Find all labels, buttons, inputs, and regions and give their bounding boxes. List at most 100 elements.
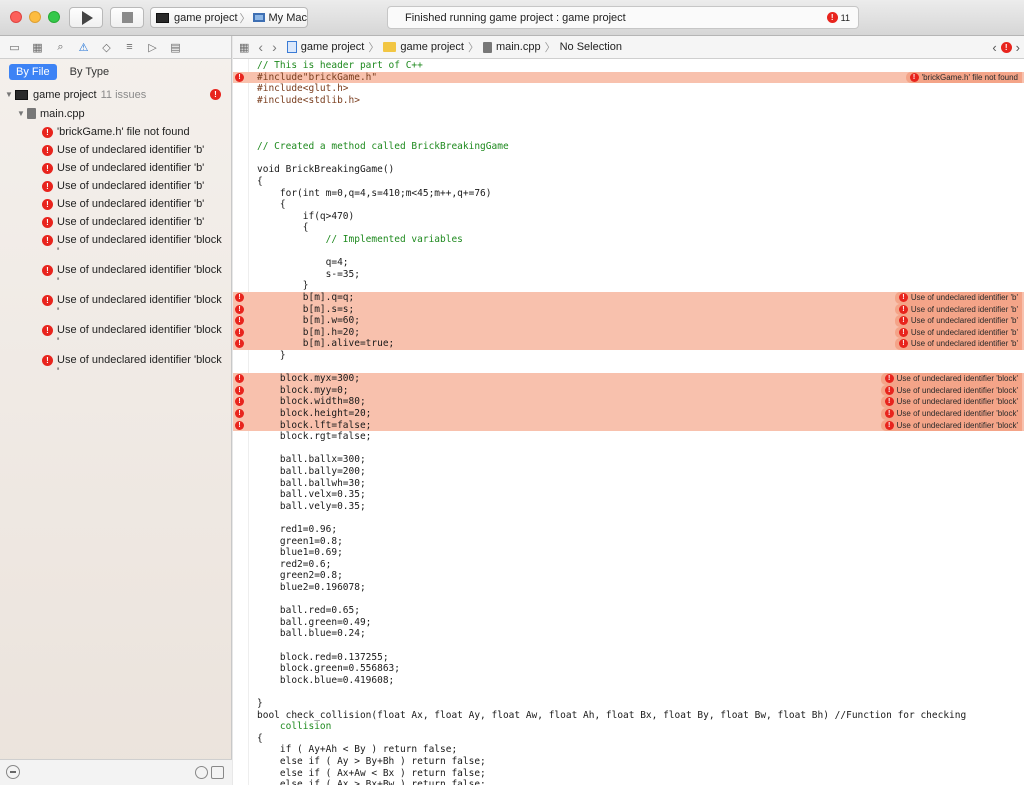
code-line[interactable] bbox=[233, 362, 1024, 374]
code-line[interactable]: red1=0.96; bbox=[233, 524, 1024, 536]
error-code-line[interactable]: ! block.height=20; Use of undeclared iden… bbox=[233, 408, 1024, 420]
code-line[interactable]: { bbox=[233, 176, 1024, 188]
project-row[interactable]: ▼ game project 11 issues ! bbox=[0, 85, 231, 104]
report-icon[interactable]: ▤ bbox=[169, 42, 182, 54]
error-code-line[interactable]: ! #include"brickGame.h" 'brickGame.h' file… bbox=[233, 71, 1024, 84]
error-code-line[interactable]: ! b[m].s=s; Use of undeclared identifier … bbox=[233, 303, 1024, 316]
error-icon[interactable]: ! bbox=[235, 339, 244, 349]
test-icon[interactable]: ◇ bbox=[100, 42, 113, 54]
minimize-window-button[interactable] bbox=[29, 11, 41, 23]
issue-item[interactable]: ! 'brickGame.h' file not found bbox=[0, 123, 231, 141]
code-line[interactable]: { bbox=[233, 222, 1024, 234]
code-line[interactable]: bool check_collision(float Ax, float Ay,… bbox=[233, 710, 1024, 722]
symbol-icon[interactable]: ▦ bbox=[31, 42, 44, 54]
breadcrumb-selection[interactable]: No Selection bbox=[560, 41, 622, 53]
error-icon[interactable]: ! bbox=[235, 327, 244, 337]
code-line[interactable]: else if ( Ax > Bx+Bw ) return false; bbox=[233, 779, 1024, 785]
code-line[interactable]: ball.blue=0.24; bbox=[233, 628, 1024, 640]
issue-item[interactable]: ! Use of undeclared identifier 'b' bbox=[0, 213, 231, 231]
code-line[interactable]: } bbox=[233, 350, 1024, 362]
code-line[interactable]: #include<stdlib.h> bbox=[233, 95, 1024, 107]
next-issue-icon[interactable]: › bbox=[1016, 40, 1020, 55]
code-line[interactable]: block.rgt=false; bbox=[233, 431, 1024, 443]
code-line[interactable]: if(q>470) bbox=[233, 211, 1024, 223]
code-line[interactable]: for(int m=0,q=4,s=410;m<45;m++,q+=76) bbox=[233, 188, 1024, 200]
by-type-button[interactable]: By Type bbox=[63, 64, 117, 80]
error-icon[interactable]: ! bbox=[235, 409, 244, 418]
issue-badge[interactable]: ! 11 bbox=[826, 12, 850, 23]
code-line[interactable]: blue2=0.196078; bbox=[233, 582, 1024, 594]
disclosure-triangle-icon[interactable]: ▼ bbox=[17, 109, 27, 118]
code-line[interactable]: s-=35; bbox=[233, 269, 1024, 281]
error-icon[interactable]: ! bbox=[235, 72, 244, 82]
code-line[interactable]: red2=0.6; bbox=[233, 559, 1024, 571]
code-line[interactable]: ball.ballwh=30; bbox=[233, 478, 1024, 490]
file-row[interactable]: ▼ main.cpp bbox=[0, 104, 231, 123]
code-line[interactable] bbox=[233, 640, 1024, 652]
code-line[interactable]: collision bbox=[233, 721, 1024, 733]
code-line[interactable]: green2=0.8; bbox=[233, 570, 1024, 582]
error-code-line[interactable]: ! block.width=80; Use of undeclared ident… bbox=[233, 396, 1024, 408]
code-line[interactable]: // Created a method called BrickBreaking… bbox=[233, 141, 1024, 153]
code-line[interactable]: else if ( Ay > By+Bh ) return false; bbox=[233, 756, 1024, 768]
code-line[interactable] bbox=[233, 443, 1024, 455]
code-line[interactable]: ball.vely=0.35; bbox=[233, 501, 1024, 513]
code-line[interactable]: ball.ballx=300; bbox=[233, 454, 1024, 466]
code-line[interactable]: } bbox=[233, 280, 1024, 292]
code-line[interactable]: { bbox=[233, 733, 1024, 745]
code-line[interactable] bbox=[233, 512, 1024, 524]
code-line[interactable]: block.red=0.137255; bbox=[233, 652, 1024, 664]
error-icon[interactable]: ! bbox=[235, 304, 244, 314]
folder-icon[interactable]: ▭ bbox=[8, 42, 21, 54]
code-line[interactable]: q=4; bbox=[233, 257, 1024, 269]
previous-issue-icon[interactable]: ‹ bbox=[992, 40, 996, 55]
source-editor[interactable]: // This is header part of C++! #include"b… bbox=[233, 59, 1024, 785]
by-file-button[interactable]: By File bbox=[9, 64, 57, 80]
disclosure-triangle-icon[interactable]: ▼ bbox=[5, 90, 15, 99]
error-code-line[interactable]: ! block.lft=false; Use of undeclared iden… bbox=[233, 419, 1024, 432]
code-line[interactable] bbox=[233, 246, 1024, 258]
code-line[interactable]: green1=0.8; bbox=[233, 536, 1024, 548]
scheme-selector[interactable]: game project 〉 My Mac bbox=[150, 7, 308, 28]
code-line[interactable] bbox=[233, 153, 1024, 165]
issue-item[interactable]: ! Use of undeclared identifier 'block ' bbox=[0, 231, 231, 261]
recent-filter-icon[interactable] bbox=[195, 766, 208, 779]
inline-error-message[interactable]: Use of undeclared identifier 'b' bbox=[894, 326, 1022, 339]
code-line[interactable]: #include<glut.h> bbox=[233, 83, 1024, 95]
code-line[interactable]: void BrickBreakingGame() bbox=[233, 164, 1024, 176]
issue-item[interactable]: ! Use of undeclared identifier 'b' bbox=[0, 141, 231, 159]
inline-error-message[interactable]: Use of undeclared identifier 'block' bbox=[880, 396, 1022, 408]
breadcrumb-group[interactable]: game project bbox=[400, 41, 464, 53]
inline-error-message[interactable]: Use of undeclared identifier 'block' bbox=[880, 419, 1022, 432]
inline-error-message[interactable]: Use of undeclared identifier 'b' bbox=[894, 315, 1022, 327]
breadcrumb-project[interactable]: game project bbox=[301, 41, 365, 53]
breakpoint-icon[interactable]: ▷ bbox=[146, 42, 159, 54]
error-icon[interactable]: ! bbox=[235, 374, 244, 384]
forward-arrow-icon[interactable]: › bbox=[272, 39, 277, 55]
error-code-line[interactable]: ! block.myx=300; Use of undeclared identi… bbox=[233, 373, 1024, 385]
activity-viewer[interactable]: Finished running game project : game pro… bbox=[387, 6, 859, 29]
error-icon[interactable]: ! bbox=[235, 293, 244, 302]
code-line[interactable]: else if ( Ax+Aw < Bx ) return false; bbox=[233, 768, 1024, 780]
code-line[interactable]: { bbox=[233, 199, 1024, 211]
error-code-line[interactable]: ! b[m].q=q; Use of undeclared identifier … bbox=[233, 292, 1024, 304]
error-code-line[interactable]: ! b[m].h=20; Use of undeclared identifier… bbox=[233, 326, 1024, 339]
code-line[interactable]: block.blue=0.419608; bbox=[233, 675, 1024, 687]
related-items-icon[interactable]: ▦ bbox=[239, 41, 249, 54]
scm-filter-icon[interactable] bbox=[211, 766, 224, 779]
filter-icon[interactable] bbox=[6, 765, 20, 779]
code-line[interactable]: ball.bally=200; bbox=[233, 466, 1024, 478]
code-line[interactable] bbox=[233, 106, 1024, 118]
code-line[interactable]: if ( Ay+Ah < By ) return false; bbox=[233, 744, 1024, 756]
run-button[interactable] bbox=[69, 7, 103, 28]
error-icon[interactable]: ! bbox=[1000, 42, 1012, 53]
close-window-button[interactable] bbox=[10, 11, 22, 23]
code-line[interactable]: } bbox=[233, 698, 1024, 710]
issue-item[interactable]: ! Use of undeclared identifier 'block ' bbox=[0, 261, 231, 291]
inline-error-message[interactable]: Use of undeclared identifier 'block' bbox=[880, 384, 1022, 397]
stop-button[interactable] bbox=[110, 7, 144, 28]
code-line[interactable]: ball.velx=0.35; bbox=[233, 489, 1024, 501]
error-icon[interactable]: ! bbox=[235, 316, 244, 326]
issue-item[interactable]: ! Use of undeclared identifier 'b' bbox=[0, 177, 231, 195]
code-line[interactable]: ball.red=0.65; bbox=[233, 605, 1024, 617]
